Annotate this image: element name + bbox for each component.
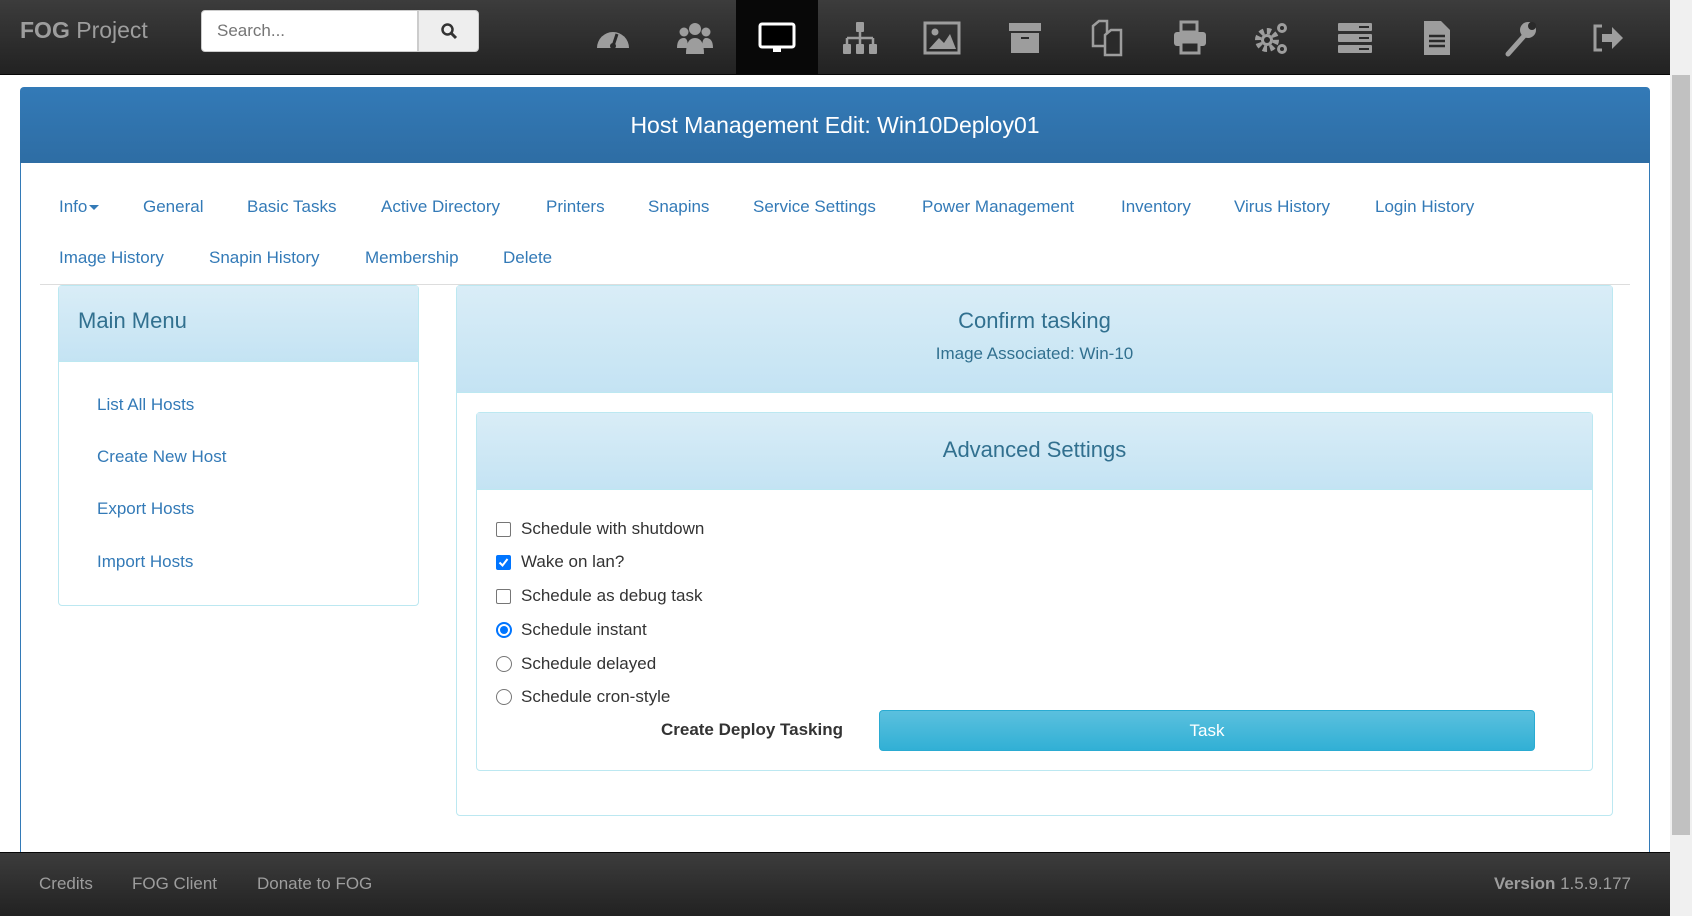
menu-item-export-hosts[interactable]: Export Hosts (97, 499, 194, 519)
tab-image-history[interactable]: Image History (59, 248, 164, 268)
search-icon (440, 23, 457, 40)
option-schedule-cron-style[interactable]: Schedule cron-style (496, 686, 670, 708)
check-icon (498, 557, 509, 567)
option-schedule-delayed[interactable]: Schedule delayed (496, 653, 656, 675)
page-title: Host Management Edit: Win10Deploy01 (20, 87, 1650, 163)
nav-monitor-button[interactable] (736, 0, 818, 75)
logout-icon (1593, 24, 1623, 51)
tab-power-management[interactable]: Power Management (922, 197, 1074, 217)
option-label: Schedule delayed (521, 654, 657, 673)
tab-delete[interactable]: Delete (503, 248, 552, 268)
option-label: Schedule as debug task (521, 586, 703, 605)
search-button[interactable] (418, 10, 479, 52)
option-label: Schedule cron-style (521, 687, 671, 706)
nav-users-button[interactable] (654, 0, 736, 75)
main-menu-title: Main Menu (59, 286, 418, 362)
scrollbar-thumb[interactable] (1672, 75, 1690, 835)
nav-archive-button[interactable] (984, 0, 1066, 75)
tab-label: Inventory (1121, 197, 1191, 216)
tab-label: Service Settings (753, 197, 876, 216)
tab-label: Basic Tasks (247, 197, 337, 216)
users-icon (677, 22, 713, 54)
nav-server-button[interactable] (1314, 0, 1396, 75)
radio-button[interactable] (496, 689, 512, 705)
option-schedule-as-debug-task[interactable]: Schedule as debug task (496, 585, 702, 607)
tab-printers[interactable]: Printers (546, 197, 605, 217)
nav-image-button[interactable] (901, 0, 983, 75)
radio-button[interactable] (496, 656, 512, 672)
footer-link-credits[interactable]: Credits (39, 874, 93, 894)
menu-item-import-hosts[interactable]: Import Hosts (97, 552, 193, 572)
nav-printer-button[interactable] (1149, 0, 1231, 75)
checkbox[interactable] (496, 521, 511, 537)
tab-basic-tasks[interactable]: Basic Tasks (247, 197, 336, 217)
caret-down-icon (89, 205, 100, 211)
option-schedule-with-shutdown[interactable]: Schedule with shutdown (496, 518, 704, 540)
tab-label: Printers (546, 197, 605, 216)
tab-membership[interactable]: Membership (365, 248, 459, 268)
footer-link-fog-client[interactable]: FOG Client (132, 874, 217, 894)
version-label: Version (1493, 874, 1556, 893)
advanced-settings-title: Advanced Settings (477, 413, 1592, 490)
image-associated: Image Associated: Win-10 (935, 344, 1134, 363)
tab-label: Info (59, 197, 88, 216)
tab-login-history[interactable]: Login History (1375, 197, 1474, 217)
nav-copy-button[interactable] (1066, 0, 1148, 75)
nav-cogs-button[interactable] (1231, 0, 1313, 75)
wrench-icon (1505, 21, 1536, 56)
confirm-title: Confirm tasking (958, 308, 1111, 333)
option-wake-on-lan[interactable]: Wake on lan? (496, 551, 624, 573)
monitor-icon (758, 22, 796, 52)
option-label: Schedule with shutdown (521, 519, 705, 538)
tab-inventory[interactable]: Inventory (1121, 197, 1191, 217)
image-icon (923, 21, 961, 54)
option-label: Wake on lan? (521, 552, 625, 571)
tab-info[interactable]: Info (59, 197, 100, 217)
menu-item-create-new-host[interactable]: Create New Host (97, 447, 226, 467)
tab-label: General (143, 197, 204, 216)
brand-logo[interactable]: FOG Project (20, 17, 148, 44)
radio-button[interactable] (496, 622, 512, 638)
nav-file-button[interactable] (1396, 0, 1478, 75)
tab-active-directory[interactable]: Active Directory (381, 197, 500, 217)
tab-general[interactable]: General (143, 197, 203, 217)
brand-rest: Project (76, 17, 148, 43)
tab-virus-history[interactable]: Virus History (1234, 197, 1330, 217)
tab-label: Snapins (648, 197, 710, 216)
nav-wrench-button[interactable] (1479, 0, 1561, 75)
version-number: 1.5.9.177 (1560, 874, 1631, 893)
printer-icon (1174, 20, 1206, 54)
brand-bold: FOG (20, 17, 70, 43)
tab-snapins[interactable]: Snapins (648, 197, 709, 217)
tab-label: Active Directory (381, 197, 501, 216)
cogs-icon (1255, 22, 1287, 54)
option-label: Schedule instant (521, 620, 647, 639)
file-icon (1424, 20, 1450, 55)
sitemap-icon (843, 21, 877, 54)
tab-label: Login History (1375, 197, 1475, 216)
server-icon (1338, 22, 1372, 53)
nav-sitemap-button[interactable] (819, 0, 901, 75)
task-button[interactable]: Task (879, 710, 1535, 751)
nav-dashboard-button[interactable] (572, 0, 654, 75)
tab-snapin-history[interactable]: Snapin History (209, 248, 320, 268)
tab-service-settings[interactable]: Service Settings (753, 197, 876, 217)
checkbox[interactable] (496, 588, 511, 604)
tab-label: Virus History (1234, 197, 1331, 216)
footer-link-donate[interactable]: Donate to FOG (257, 874, 372, 894)
create-deploy-tasking-label: Create Deploy Tasking (660, 720, 843, 739)
dashboard-icon (597, 31, 629, 49)
search-input[interactable] (201, 10, 418, 52)
checkbox[interactable] (496, 554, 511, 570)
confirm-heading: Confirm tasking Image Associated: Win-10 (457, 286, 1612, 393)
menu-item-list-all-hosts[interactable]: List All Hosts (97, 395, 194, 415)
archive-icon (1009, 22, 1041, 53)
nav-logout-button[interactable] (1567, 0, 1649, 75)
option-schedule-instant[interactable]: Schedule instant (496, 619, 647, 641)
copy-icon (1091, 19, 1123, 56)
tab-label: Power Management (922, 197, 1075, 216)
version-text: Version 1.5.9.177 (1494, 874, 1631, 894)
footer (0, 852, 1670, 916)
